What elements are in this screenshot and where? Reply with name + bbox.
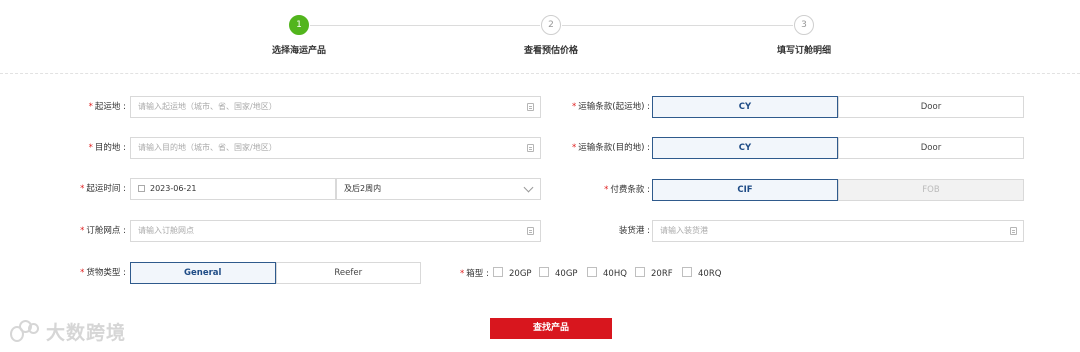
payment-toggle: CIF FOB bbox=[652, 179, 1024, 201]
destination-input[interactable]: 请输入目的地（城市、省、国家/地区） bbox=[130, 137, 541, 159]
terms-dest-label: * 运输条款(目的地) : bbox=[572, 143, 650, 153]
date-range-select[interactable]: 及后2周内 bbox=[336, 178, 541, 200]
step-2-label: 查看预估价格 bbox=[523, 46, 578, 56]
terms-origin-cy-option[interactable]: CY bbox=[652, 96, 838, 118]
box-40hq-checkbox[interactable]: 40HQ bbox=[587, 263, 627, 285]
box-40rq-checkbox[interactable]: 40RQ bbox=[682, 263, 721, 285]
step-1-label: 选择海运产品 bbox=[271, 46, 326, 56]
step-connector bbox=[310, 25, 540, 26]
step-connector bbox=[562, 25, 793, 26]
terms-dest-toggle: CY Door bbox=[652, 137, 1024, 159]
origin-input[interactable]: 请输入起运地（城市、省、国家/地区） bbox=[130, 96, 541, 118]
terms-dest-door-option[interactable]: Door bbox=[838, 137, 1024, 159]
booking-point-label: * 订舱网点 : bbox=[80, 226, 126, 236]
watermark-logo: 大数跨境 bbox=[10, 318, 145, 346]
section-divider bbox=[0, 73, 1080, 74]
payment-label: * 付费条款 : bbox=[604, 185, 650, 195]
watermark-text: 大数跨境 bbox=[46, 322, 127, 344]
box-20gp-checkbox[interactable]: 20GP bbox=[493, 263, 532, 285]
step-2-indicator: 2 bbox=[541, 15, 561, 35]
loading-port-input[interactable]: 请输入装货港 bbox=[652, 220, 1024, 242]
cargo-type-toggle: General Reefer bbox=[130, 262, 421, 284]
box-20rf-checkbox[interactable]: 20RF bbox=[635, 263, 673, 285]
box-40gp-checkbox[interactable]: 40GP bbox=[539, 263, 578, 285]
step-1-indicator: 1 bbox=[289, 15, 309, 35]
step-3-indicator: 3 bbox=[794, 15, 814, 35]
terms-dest-cy-option[interactable]: CY bbox=[652, 137, 838, 159]
progress-steps: 1 选择海运产品 2 查看预估价格 3 填写订舱明细 bbox=[0, 0, 1080, 74]
list-icon[interactable] bbox=[1010, 227, 1017, 235]
search-products-button[interactable]: 查找产品 bbox=[490, 318, 612, 339]
logo-icon bbox=[10, 319, 42, 344]
box-type-label: * 箱型 : bbox=[460, 269, 489, 279]
destination-label: * 目的地 : bbox=[88, 143, 126, 153]
cargo-general-option[interactable]: General bbox=[130, 262, 276, 284]
step-3-label: 填写订舱明细 bbox=[776, 46, 831, 56]
terms-origin-label: * 运输条款(起运地) : bbox=[572, 102, 650, 112]
booking-point-input[interactable]: 请输入订舱网点 bbox=[130, 220, 541, 242]
payment-fob-option: FOB bbox=[838, 179, 1024, 201]
cargo-reefer-option[interactable]: Reefer bbox=[275, 262, 421, 284]
depart-time-label: * 起运时间 : bbox=[80, 184, 126, 194]
terms-origin-toggle: CY Door bbox=[652, 96, 1024, 118]
loading-port-label: 装货港 : bbox=[618, 226, 650, 236]
origin-label: * 起运地 : bbox=[88, 102, 126, 112]
payment-cif-option[interactable]: CIF bbox=[652, 179, 838, 201]
cargo-type-label: * 货物类型 : bbox=[80, 268, 126, 278]
calendar-icon bbox=[138, 185, 145, 192]
depart-date-input[interactable]: 2023-06-21 bbox=[130, 178, 336, 200]
box-type-group: * 箱型 : 20GP 40GP 40HQ 20RF 40RQ bbox=[460, 263, 760, 285]
terms-origin-door-option[interactable]: Door bbox=[838, 96, 1024, 118]
